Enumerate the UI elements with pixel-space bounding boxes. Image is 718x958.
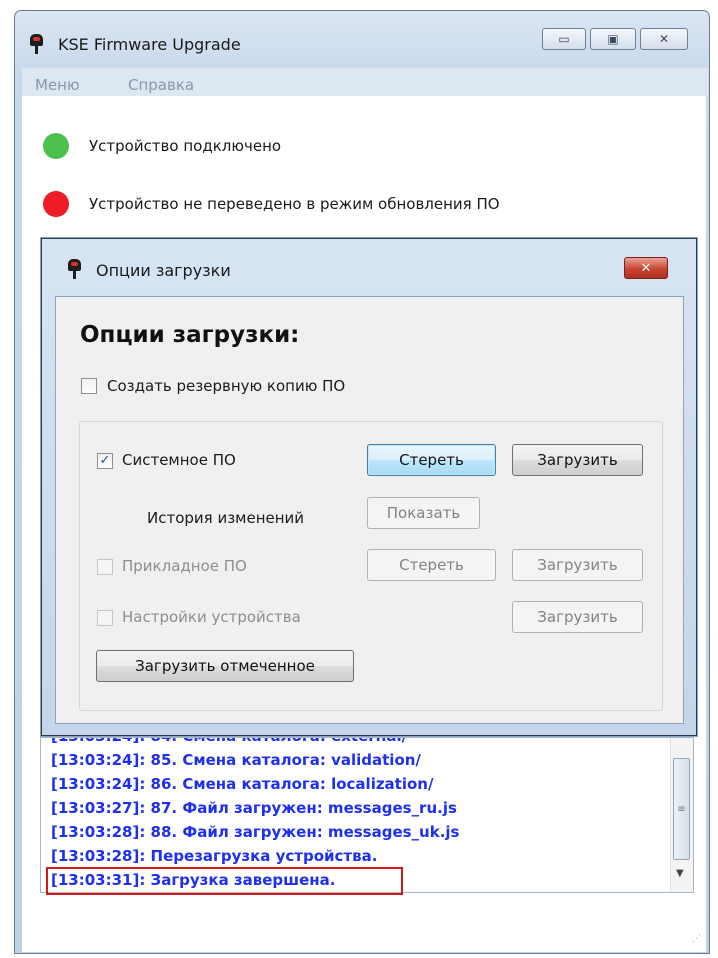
status-red-icon [43,191,69,217]
menu-item-help[interactable]: Справка [128,76,194,94]
status-green-icon [43,133,69,159]
log-line: [13:03:24]: 84. Смена каталога: external… [41,738,693,748]
backup-label[interactable]: Создать резервную копию ПО [107,377,345,395]
log-line: [13:03:24]: 85. Смена каталога: validati… [51,751,421,769]
minimize-button[interactable]: ▭ [542,28,586,50]
scrollbar-thumb[interactable]: ≡ [673,758,690,860]
app-fw-label[interactable]: Прикладное ПО [122,557,247,575]
log-line: [13:03:28]: Перезагрузка устройства. [51,847,378,865]
dialog-heading: Опции загрузки: [80,322,300,348]
menu-bar [22,68,708,96]
load-checked-button[interactable]: Загрузить отмеченное [96,650,354,682]
app-fw-checkbox[interactable] [97,559,113,575]
status-text-connected: Устройство подключено [89,137,282,155]
app-fw-load-button[interactable]: Загрузить [512,549,643,581]
log-highlight-box [46,867,403,895]
system-fw-checkbox[interactable]: ✓ [97,453,113,469]
dialog-close-button[interactable]: ✕ [624,257,668,279]
status-update-mode: Устройство не переведено в режим обновле… [43,191,500,217]
history-show-button[interactable]: Показать [367,497,480,529]
menu-item-menu[interactable]: Меню [35,76,80,94]
system-fw-label[interactable]: Системное ПО [122,451,236,469]
resize-grip-icon[interactable]: ⋰ [692,934,701,944]
backup-checkbox[interactable] [81,378,97,394]
device-settings-label[interactable]: Настройки устройства [122,608,301,626]
device-settings-load-button[interactable]: Загрузить [512,601,643,633]
dialog-robot-icon [68,259,81,279]
status-connected: Устройство подключено [43,133,281,159]
app-robot-icon [30,34,43,54]
history-label: История изменений [147,509,305,527]
dialog-title: Опции загрузки [96,261,231,280]
log-line: [13:03:27]: 87. Файл загружен: messages_… [51,799,457,817]
log-line: [13:03:28]: 88. Файл загружен: messages_… [51,823,460,841]
window-controls: ▭ ▣ ✕ [542,28,688,50]
window-title: KSE Firmware Upgrade [58,35,241,54]
device-settings-checkbox[interactable] [97,610,113,626]
status-text-update-mode: Устройство не переведено в режим обновле… [89,195,500,213]
scroll-down-icon[interactable]: ▼ [676,868,684,879]
app-fw-erase-button[interactable]: Стереть [367,549,496,581]
system-fw-erase-button[interactable]: Стереть [367,444,496,476]
log-line: [13:03:24]: 86. Смена каталога: localiza… [51,775,434,793]
close-button[interactable]: ✕ [640,28,688,50]
maximize-button[interactable]: ▣ [590,28,636,50]
log-scrollbar[interactable]: ≡ ▼ [670,738,693,892]
system-fw-load-button[interactable]: Загрузить [512,444,643,476]
